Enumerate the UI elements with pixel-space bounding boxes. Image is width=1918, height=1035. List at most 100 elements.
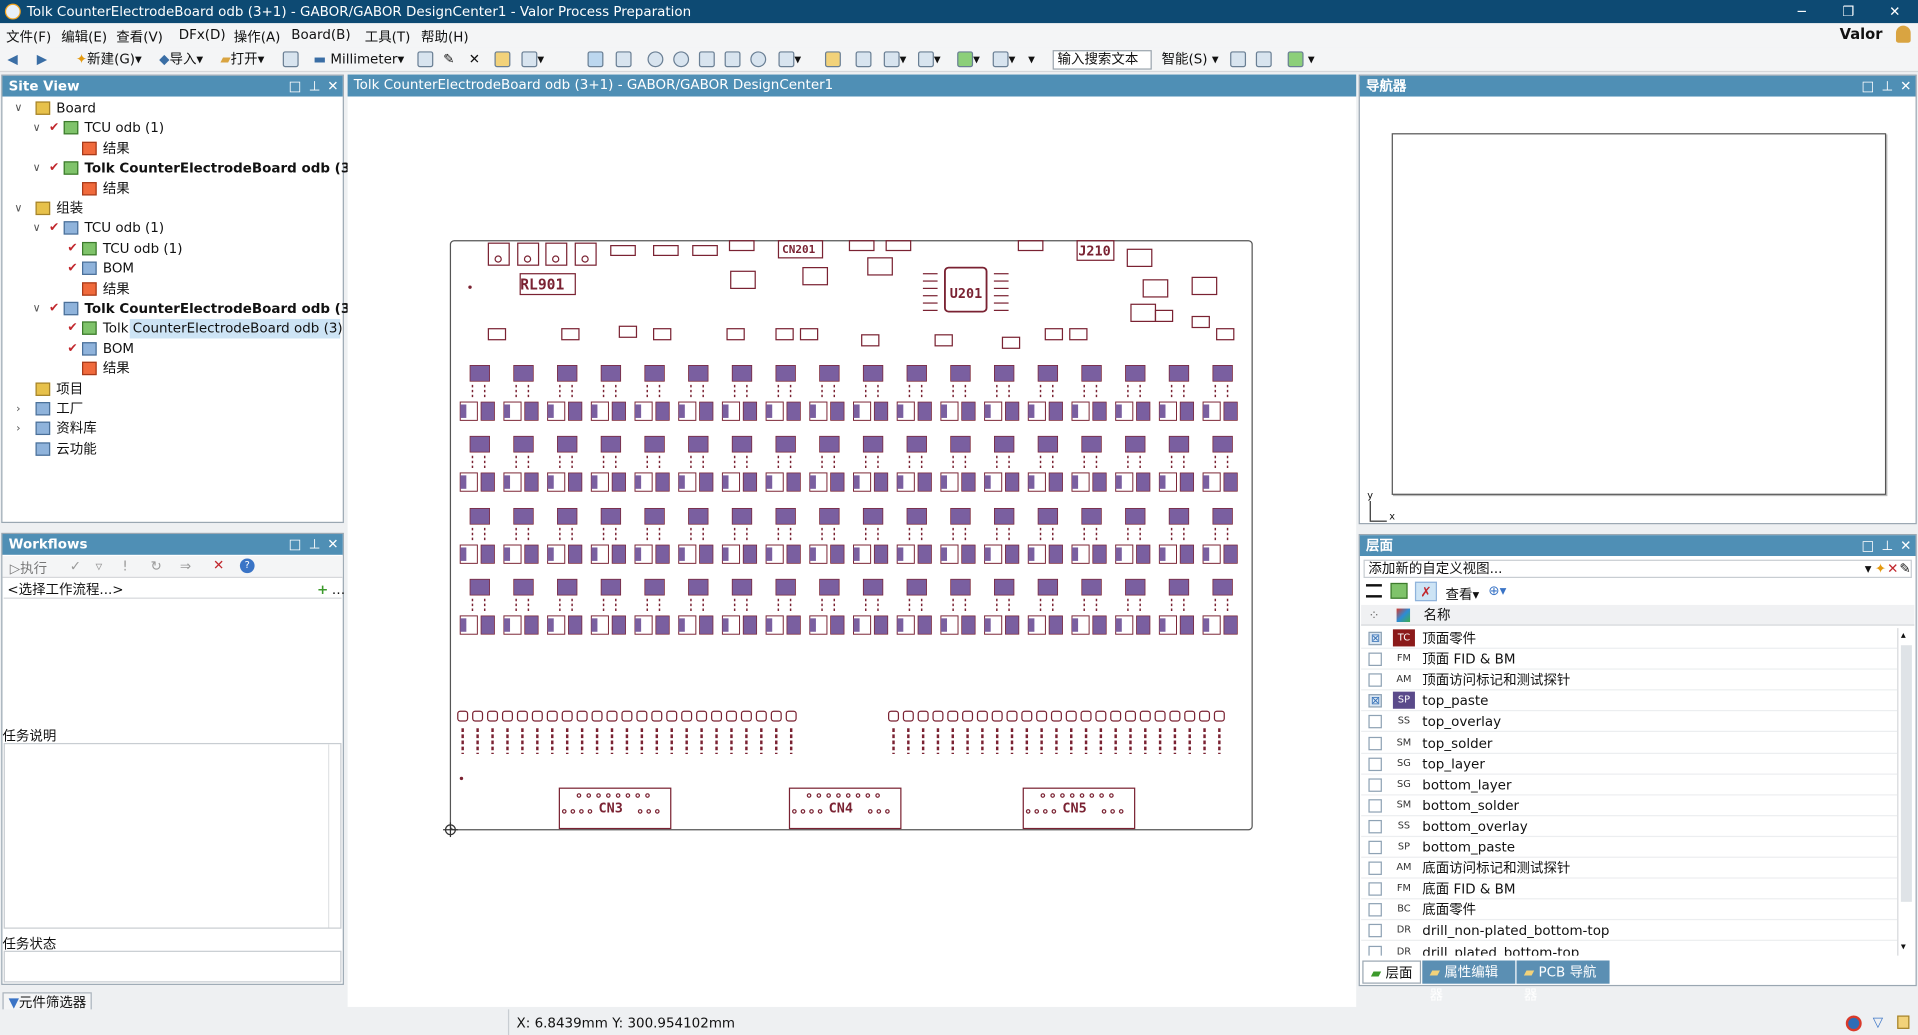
tree-node[interactable]: ✔ BOM xyxy=(2,339,340,359)
layers-tab-0[interactable]: ▰ 层面 xyxy=(1362,960,1422,984)
pencil-icon[interactable]: ✎ xyxy=(443,50,454,70)
tree-node[interactable]: 项目 xyxy=(2,380,340,400)
add-workflow-icon[interactable]: + xyxy=(317,580,328,598)
layer-checkbox[interactable] xyxy=(1368,924,1382,938)
visibility-icon[interactable]: ⁘ xyxy=(1368,605,1379,626)
tree-node[interactable]: 结果 xyxy=(2,359,340,379)
layer-row[interactable]: ⊠ TC 顶面零件 xyxy=(1361,628,1898,649)
save-icon[interactable] xyxy=(282,50,299,70)
layer-checkbox[interactable] xyxy=(1368,652,1382,667)
check-icon[interactable]: ✔ xyxy=(67,339,77,359)
name-column-header[interactable]: 名称 xyxy=(1424,605,1451,626)
panel-close-icon[interactable]: ✕ xyxy=(1897,535,1914,556)
menu-view[interactable]: 查看(V) xyxy=(116,27,163,47)
layer-row[interactable]: SM bottom_solder xyxy=(1361,795,1898,817)
scroll-thumb[interactable] xyxy=(1900,645,1912,902)
more-dropdown-icon[interactable]: ▾ xyxy=(1028,50,1035,70)
tree-node[interactable]: ✔ Tolk CounterElectrodeBoard odb (3) xyxy=(67,319,343,339)
collapse-icon[interactable]: ∨ xyxy=(31,119,43,139)
status-globe-icon[interactable] xyxy=(1845,1015,1862,1032)
status-filter-icon[interactable]: ▽ xyxy=(1873,1014,1883,1030)
menu-tools[interactable]: 工具(T) xyxy=(365,27,411,47)
help-icon[interactable]: ? xyxy=(239,558,255,574)
panel-float-icon[interactable]: □ xyxy=(1859,76,1876,97)
collapse-icon[interactable]: ∨ xyxy=(31,159,43,179)
custom-view-dropdown[interactable]: 添加新的自定义视图... ▾ ✦ ✕ ✎ xyxy=(1363,559,1912,579)
filter-icon[interactable]: ▿ xyxy=(95,558,102,574)
pcb-canvas[interactable]: RL901 CN201 U201 J210 CN3 CN4 CN5 xyxy=(347,96,1357,1007)
copy-icon[interactable] xyxy=(824,50,841,70)
zoom-in-icon[interactable] xyxy=(673,50,690,70)
layer-row[interactable]: AM 顶面访问标记和测试探针 xyxy=(1361,670,1898,691)
layer-row[interactable]: SG top_layer xyxy=(1361,753,1898,775)
import-button[interactable]: ◆导入▾ xyxy=(159,50,203,70)
brush-icon[interactable]: ✗ xyxy=(1414,581,1437,602)
cube-icon[interactable]: ▾ xyxy=(1287,50,1315,70)
check-icon[interactable]: ✔ xyxy=(67,259,77,279)
maximize-button[interactable]: ❐ xyxy=(1824,0,1873,23)
tree-node[interactable]: › 资料库 xyxy=(2,420,340,440)
layer-checkbox[interactable] xyxy=(1368,736,1382,750)
brush-icon[interactable] xyxy=(1230,50,1247,70)
new-button[interactable]: ✦新建(G)▾ xyxy=(76,50,142,70)
scroll-down-icon[interactable]: ▾ xyxy=(1901,941,1906,952)
layers-scrollbar[interactable]: ▴ ▾ xyxy=(1897,628,1915,956)
smart-dropdown[interactable]: 智能(S) ▾ xyxy=(1162,50,1219,70)
refresh-icon[interactable]: ↻ xyxy=(151,558,162,574)
check-icon[interactable]: ✔ xyxy=(49,299,59,319)
collapse-icon[interactable]: ∨ xyxy=(31,219,43,239)
layer-checkbox[interactable] xyxy=(1368,778,1382,792)
layer-row[interactable]: AM 底面访问标记和测试探针 xyxy=(1361,858,1898,879)
report-icon[interactable]: ▾ xyxy=(957,50,980,70)
layer-checkbox[interactable] xyxy=(1368,945,1382,956)
globe-icon[interactable]: ⊕▾ xyxy=(1488,583,1506,599)
menu-help[interactable]: 帮助(H) xyxy=(421,27,469,47)
check-icon[interactable]: ✔ xyxy=(49,159,59,179)
panel-pin-icon[interactable]: ⊥ xyxy=(306,534,323,555)
user-icon[interactable] xyxy=(1895,25,1911,43)
task-status-box[interactable] xyxy=(3,950,342,983)
star-icon[interactable]: ✦ xyxy=(1875,561,1886,577)
layer-row[interactable]: FM 顶面 FID & BM xyxy=(1361,649,1898,670)
tree-node[interactable]: ∨ Board xyxy=(2,99,340,119)
zoom-out-icon[interactable] xyxy=(647,50,664,70)
layer-row[interactable]: SS top_overlay xyxy=(1361,712,1898,733)
layer-checkbox[interactable] xyxy=(1368,861,1382,876)
minimize-button[interactable]: ─ xyxy=(1777,0,1826,23)
layer-checkbox[interactable] xyxy=(1368,903,1382,917)
task-desc-box[interactable] xyxy=(3,742,342,929)
layer-row[interactable]: DR drill_non-plated_bottom-top xyxy=(1361,921,1898,942)
search-input[interactable]: 输入搜索文本 xyxy=(1052,50,1152,70)
zoom-fit-icon[interactable] xyxy=(750,50,767,70)
check-icon[interactable]: ✔ xyxy=(49,219,59,239)
zoom-window-icon[interactable] xyxy=(698,50,715,70)
forward-icon[interactable]: ▶ xyxy=(37,50,47,70)
lock-icon[interactable] xyxy=(494,50,511,70)
cut-icon[interactable]: ✕ xyxy=(469,50,480,70)
menu-board[interactable]: Board(B) xyxy=(291,27,350,43)
panel-pin-icon[interactable]: ⊥ xyxy=(1879,535,1896,556)
units-dropdown[interactable]: ▬ Millimeter▾ xyxy=(313,50,404,70)
expand-icon[interactable]: › xyxy=(12,400,24,420)
edit-icon[interactable]: ✎ xyxy=(1899,561,1910,577)
delete-icon[interactable]: ✕ xyxy=(1887,561,1898,577)
close-button[interactable]: ✕ xyxy=(1870,0,1918,23)
workflow-select[interactable]: <选择工作流程...> + … xyxy=(3,580,345,599)
tree-node[interactable]: ∨ ✔ TCU odb (1) xyxy=(2,119,340,139)
tree-node[interactable]: 结果 xyxy=(2,179,340,199)
check-icon[interactable]: ✔ xyxy=(67,239,77,259)
tree-node[interactable]: 结果 xyxy=(2,139,340,159)
layer-checkbox[interactable]: ⊠ xyxy=(1368,631,1382,646)
check-icon[interactable]: ✔ xyxy=(67,319,77,339)
layer-checkbox[interactable] xyxy=(1368,819,1382,834)
scrollbar[interactable] xyxy=(328,744,340,928)
tree-node[interactable]: ✔ BOM xyxy=(2,259,340,279)
run-button[interactable]: ▷执行 xyxy=(10,558,47,578)
panel-pin-icon[interactable]: ⊥ xyxy=(1879,76,1896,97)
layer-row[interactable]: BC 底面零件 xyxy=(1361,900,1898,921)
panel-close-icon[interactable]: ✕ xyxy=(324,76,341,97)
menu-dfx[interactable]: DFx(D) xyxy=(179,27,226,43)
layers-tool-icon[interactable]: ▾ xyxy=(521,50,544,70)
status-lock-icon[interactable] xyxy=(1897,1015,1910,1029)
canvas-tab[interactable]: Tolk CounterElectrodeBoard odb (3+1) - G… xyxy=(347,74,1357,97)
